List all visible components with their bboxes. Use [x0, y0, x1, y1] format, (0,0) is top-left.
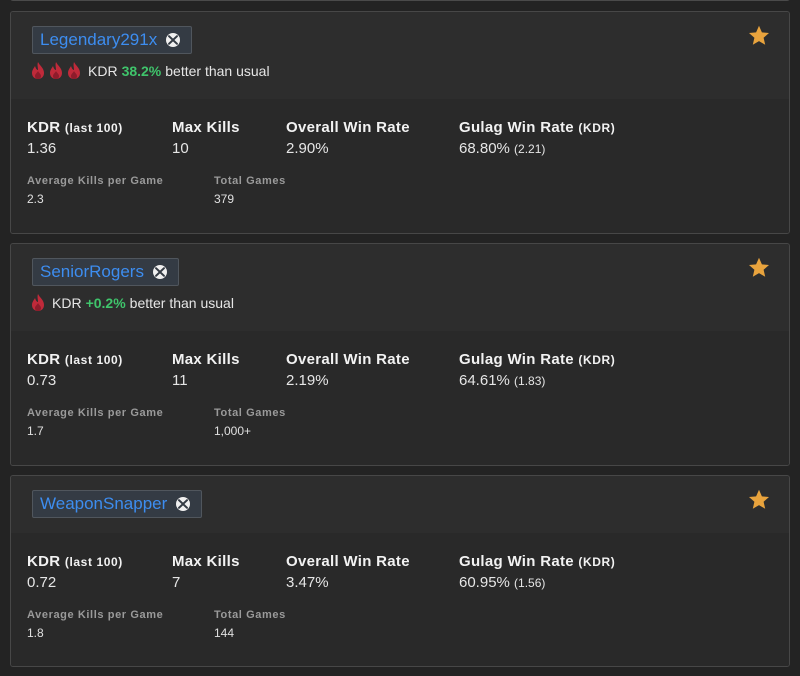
kdr-label: KDR (last 100)	[27, 119, 123, 136]
total-games-value: 1,000+	[214, 424, 252, 438]
gamertag[interactable]: SeniorRogers	[40, 258, 144, 286]
flame-icon	[32, 62, 44, 79]
trend-percent: 38.2%	[121, 62, 162, 79]
kdr-value: 1.36	[27, 140, 57, 157]
avg-kills-stat: Average Kills per Game 2.3	[27, 175, 163, 206]
stats-panel: KDR (last 100) 0.73 Max Kills 11 Overall…	[11, 331, 789, 465]
trend-suffix: better than usual	[129, 294, 234, 311]
flame-icon	[50, 62, 62, 79]
total-games-label: Total Games	[214, 407, 286, 419]
kdr-trend: KDR 38.2% better than usual	[31, 61, 270, 80]
player-card: SeniorRogers KDR +0.2% better than usual…	[10, 243, 790, 466]
max-kills-stat: Max Kills 11	[172, 351, 240, 389]
gulag-stat: Gulag Win Rate (KDR) 68.80% (2.21)	[459, 119, 615, 157]
win-rate-stat: Overall Win Rate 2.90%	[286, 119, 410, 157]
avg-kills-stat: Average Kills per Game 1.8	[27, 609, 163, 640]
favorite-star-icon[interactable]	[747, 488, 771, 512]
total-games-stat: Total Games 379	[214, 175, 286, 206]
total-games-label: Total Games	[214, 609, 286, 621]
win-rate-value: 3.47%	[286, 574, 329, 591]
gulag-label: Gulag Win Rate (KDR)	[459, 351, 616, 368]
player-card-header: WeaponSnapper	[11, 476, 789, 533]
win-rate-label: Overall Win Rate	[286, 351, 410, 368]
win-rate-stat: Overall Win Rate 3.47%	[286, 553, 410, 591]
win-rate-stat: Overall Win Rate 2.19%	[286, 351, 410, 389]
avg-kills-value: 1.8	[27, 626, 44, 640]
gamertag[interactable]: WeaponSnapper	[40, 490, 167, 518]
total-games-stat: Total Games 1,000+	[214, 407, 286, 438]
gamertag-box[interactable]: Legendary291x	[32, 26, 193, 54]
gulag-label: Gulag Win Rate (KDR)	[459, 119, 616, 136]
avg-kills-label: Average Kills per Game	[27, 407, 164, 419]
total-games-value: 144	[214, 626, 235, 640]
gulag-value: 64.61% (1.83)	[459, 372, 546, 389]
trend-suffix: better than usual	[165, 62, 270, 79]
kdr-stat: KDR (last 100) 1.36	[27, 119, 123, 157]
avg-kills-stat: Average Kills per Game 1.7	[27, 407, 163, 438]
player-card: Legendary291x KDR 38.2% better than usua…	[10, 11, 790, 234]
player-card: WeaponSnapper KDR (last 100) 0.72 Max Ki…	[10, 475, 790, 667]
xbox-icon	[152, 265, 167, 279]
max-kills-label: Max Kills	[172, 351, 240, 368]
xbox-icon	[176, 497, 191, 511]
gamertag-box[interactable]: SeniorRogers	[32, 258, 179, 286]
gulag-value: 60.95% (1.56)	[459, 574, 546, 591]
stats-panel: KDR (last 100) 1.36 Max Kills 10 Overall…	[11, 99, 789, 233]
kdr-value: 0.72	[27, 574, 57, 591]
win-rate-value: 2.19%	[286, 372, 329, 389]
kdr-stat: KDR (last 100) 0.72	[27, 553, 123, 591]
player-card-header: Legendary291x KDR 38.2% better than usua…	[11, 12, 789, 99]
max-kills-value: 10	[172, 140, 189, 157]
flame-streak	[31, 61, 85, 80]
gamertag[interactable]: Legendary291x	[40, 26, 157, 54]
total-games-stat: Total Games 144	[214, 609, 286, 640]
gulag-value: 68.80% (2.21)	[459, 140, 546, 157]
flame-icon	[32, 294, 44, 311]
favorite-star-icon[interactable]	[747, 24, 771, 48]
avg-kills-label: Average Kills per Game	[27, 609, 164, 621]
total-games-label: Total Games	[214, 175, 286, 187]
gulag-label: Gulag Win Rate (KDR)	[459, 553, 616, 570]
avg-kills-value: 1.7	[27, 424, 44, 438]
previous-card-edge	[10, 0, 790, 1]
trend-prefix: KDR	[52, 294, 82, 311]
player-card-header: SeniorRogers KDR +0.2% better than usual	[11, 244, 789, 331]
favorite-star-icon[interactable]	[747, 256, 771, 280]
kdr-label: KDR (last 100)	[27, 553, 123, 570]
max-kills-value: 7	[172, 574, 181, 591]
win-rate-value: 2.90%	[286, 140, 329, 157]
gulag-stat: Gulag Win Rate (KDR) 64.61% (1.83)	[459, 351, 615, 389]
total-games-value: 379	[214, 192, 235, 206]
xbox-icon	[166, 33, 181, 47]
trend-prefix: KDR	[88, 62, 118, 79]
flame-streak	[31, 293, 49, 312]
stats-panel: KDR (last 100) 0.72 Max Kills 7 Overall …	[11, 533, 789, 666]
kdr-value: 0.73	[27, 372, 57, 389]
gulag-stat: Gulag Win Rate (KDR) 60.95% (1.56)	[459, 553, 615, 591]
max-kills-label: Max Kills	[172, 119, 240, 136]
kdr-trend: KDR +0.2% better than usual	[31, 293, 234, 312]
trend-percent: +0.2%	[85, 294, 126, 311]
kdr-label: KDR (last 100)	[27, 351, 123, 368]
win-rate-label: Overall Win Rate	[286, 553, 410, 570]
max-kills-value: 11	[172, 372, 188, 389]
max-kills-stat: Max Kills 10	[172, 119, 240, 157]
max-kills-label: Max Kills	[172, 553, 240, 570]
avg-kills-label: Average Kills per Game	[27, 175, 164, 187]
avg-kills-value: 2.3	[27, 192, 44, 206]
win-rate-label: Overall Win Rate	[286, 119, 410, 136]
max-kills-stat: Max Kills 7	[172, 553, 240, 591]
flame-icon	[68, 62, 80, 79]
kdr-stat: KDR (last 100) 0.73	[27, 351, 123, 389]
gamertag-box[interactable]: WeaponSnapper	[32, 490, 203, 518]
